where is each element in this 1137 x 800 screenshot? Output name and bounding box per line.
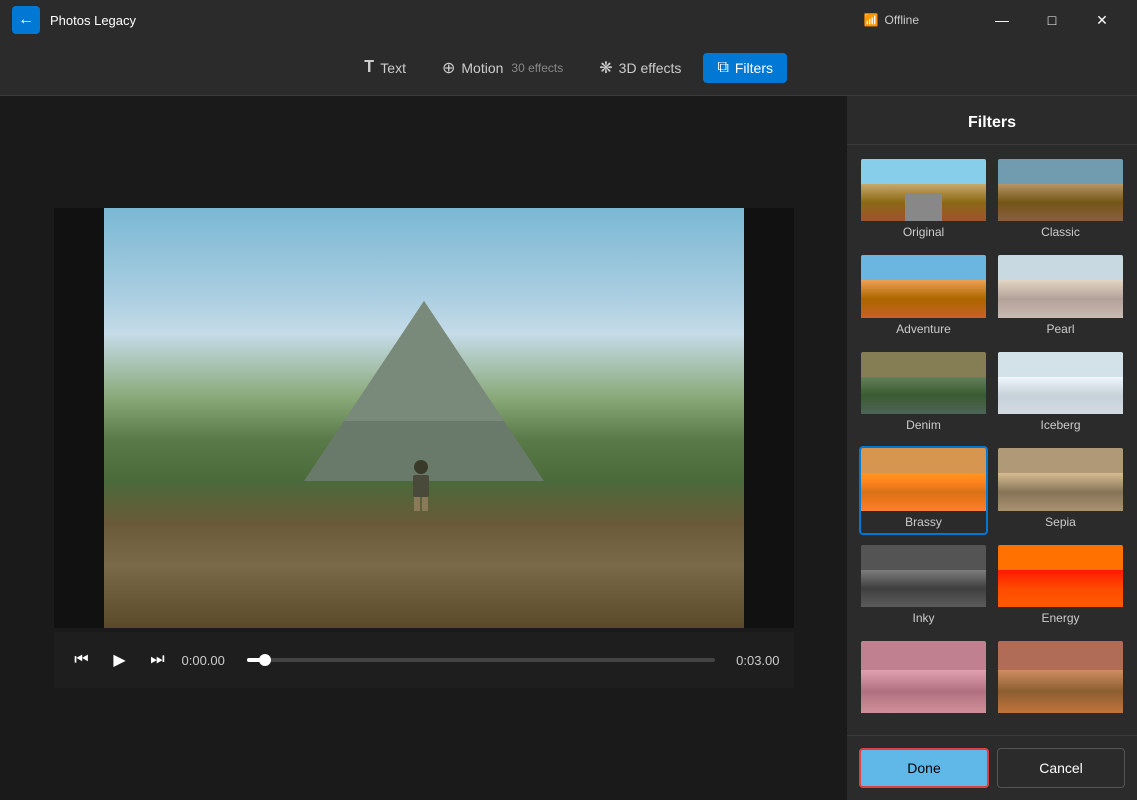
offline-icon: 📶 <box>864 13 879 27</box>
filter-denim[interactable]: Denim <box>859 350 988 438</box>
filter-brassy[interactable]: Brassy <box>859 446 988 534</box>
person-leg-left <box>414 497 420 511</box>
filter-name-pearl: Pearl <box>1046 318 1074 340</box>
filter-adventure[interactable]: Adventure <box>859 253 988 341</box>
filter-iceberg[interactable]: Iceberg <box>996 350 1125 438</box>
filter-thumb-inky <box>861 545 986 607</box>
filters-grid: Original Classic Adventure Pearl Denim <box>847 145 1137 735</box>
offline-badge: 📶 Offline <box>864 13 919 27</box>
video-controls: ⏮ ▶ ⏭ 0:00.00 0:03.00 <box>54 632 794 688</box>
progress-bar[interactable] <box>247 658 715 662</box>
filter-pearl[interactable]: Pearl <box>996 253 1125 341</box>
time-total: 0:03.00 <box>725 653 780 668</box>
scene-background <box>104 208 744 628</box>
progress-thumb <box>259 654 271 666</box>
person-silhouette <box>411 460 431 510</box>
filter-sepia[interactable]: Sepia <box>996 446 1125 534</box>
person-leg-right <box>422 497 428 511</box>
filter-name-brassy: Brassy <box>905 511 942 533</box>
filters-label: Filters <box>735 60 773 76</box>
text-tool-button[interactable]: 𝐓 Text <box>350 53 420 83</box>
video-preview <box>104 208 744 628</box>
back-button[interactable]: ← <box>12 6 40 34</box>
filter-name-adventure: Adventure <box>896 318 951 340</box>
filter-thumb-more2 <box>998 641 1123 713</box>
motion-label: Motion <box>461 60 503 76</box>
filter-more1[interactable] <box>859 639 988 723</box>
done-button[interactable]: Done <box>859 748 989 788</box>
3deffects-label: 3D effects <box>619 60 682 76</box>
video-container <box>54 208 794 628</box>
motion-icon: ⊕ <box>442 58 455 78</box>
text-label: Text <box>380 60 406 76</box>
text-icon: 𝐓 <box>364 59 374 77</box>
filter-thumb-denim <box>861 352 986 414</box>
back-icon: ← <box>18 11 34 29</box>
play-button[interactable]: ▶ <box>106 646 134 674</box>
minimize-button[interactable]: — <box>979 4 1025 36</box>
toolbar: 𝐓 Text ⊕ Motion 30 effects ❋ 3D effects … <box>0 40 1137 96</box>
motion-effects-count: 30 effects <box>511 61 563 75</box>
time-current: 0:00.00 <box>182 653 237 668</box>
mountain-silhouette <box>304 301 544 481</box>
3deffects-icon: ❋ <box>599 58 612 78</box>
person-legs <box>411 497 431 511</box>
filter-thumb-adventure <box>861 255 986 317</box>
person-head <box>414 460 428 474</box>
filter-more2[interactable] <box>996 639 1125 723</box>
filter-original[interactable]: Original <box>859 157 988 245</box>
video-area: ⏮ ▶ ⏭ 0:00.00 0:03.00 <box>0 96 847 800</box>
filter-energy[interactable]: Energy <box>996 543 1125 631</box>
filter-name-denim: Denim <box>906 414 941 436</box>
progress-fill <box>247 658 266 662</box>
filter-name-classic: Classic <box>1041 221 1080 243</box>
rewind-button[interactable]: ⏮ <box>68 646 96 674</box>
filter-thumb-classic <box>998 159 1123 221</box>
title-bar: ← Photos Legacy 📶 Offline — □ ✕ <box>0 0 1137 40</box>
filter-classic[interactable]: Classic <box>996 157 1125 245</box>
filter-name-energy: Energy <box>1041 607 1079 629</box>
app-title: Photos Legacy <box>50 13 864 28</box>
filters-footer: Done Cancel <box>847 735 1137 800</box>
window-controls: — □ ✕ <box>979 4 1125 36</box>
person-body <box>413 475 429 497</box>
filter-inky[interactable]: Inky <box>859 543 988 631</box>
offline-label: Offline <box>885 13 919 27</box>
filter-thumb-iceberg <box>998 352 1123 414</box>
close-button[interactable]: ✕ <box>1079 4 1125 36</box>
filter-thumb-sepia <box>998 448 1123 510</box>
filter-name-iceberg: Iceberg <box>1040 414 1080 436</box>
step-forward-button[interactable]: ⏭ <box>144 646 172 674</box>
filter-thumb-original <box>861 159 986 221</box>
maximize-button[interactable]: □ <box>1029 4 1075 36</box>
motion-tool-button[interactable]: ⊕ Motion 30 effects <box>428 52 577 84</box>
filters-icon: ⧉ <box>717 59 728 77</box>
filter-name-inky: Inky <box>912 607 934 629</box>
filters-panel: Filters Original Classic Adventure Pearl <box>847 96 1137 800</box>
filter-thumb-energy <box>998 545 1123 607</box>
filter-thumb-brassy <box>861 448 986 510</box>
filters-panel-title: Filters <box>847 96 1137 145</box>
filter-thumb-pearl <box>998 255 1123 317</box>
filters-tool-button[interactable]: ⧉ Filters <box>703 53 787 83</box>
filter-name-sepia: Sepia <box>1045 511 1076 533</box>
filter-thumb-more1 <box>861 641 986 713</box>
main-area: ⏮ ▶ ⏭ 0:00.00 0:03.00 Filters Original <box>0 96 1137 800</box>
3deffects-tool-button[interactable]: ❋ 3D effects <box>585 52 695 84</box>
cancel-button[interactable]: Cancel <box>997 748 1125 788</box>
filter-name-original: Original <box>903 221 944 243</box>
